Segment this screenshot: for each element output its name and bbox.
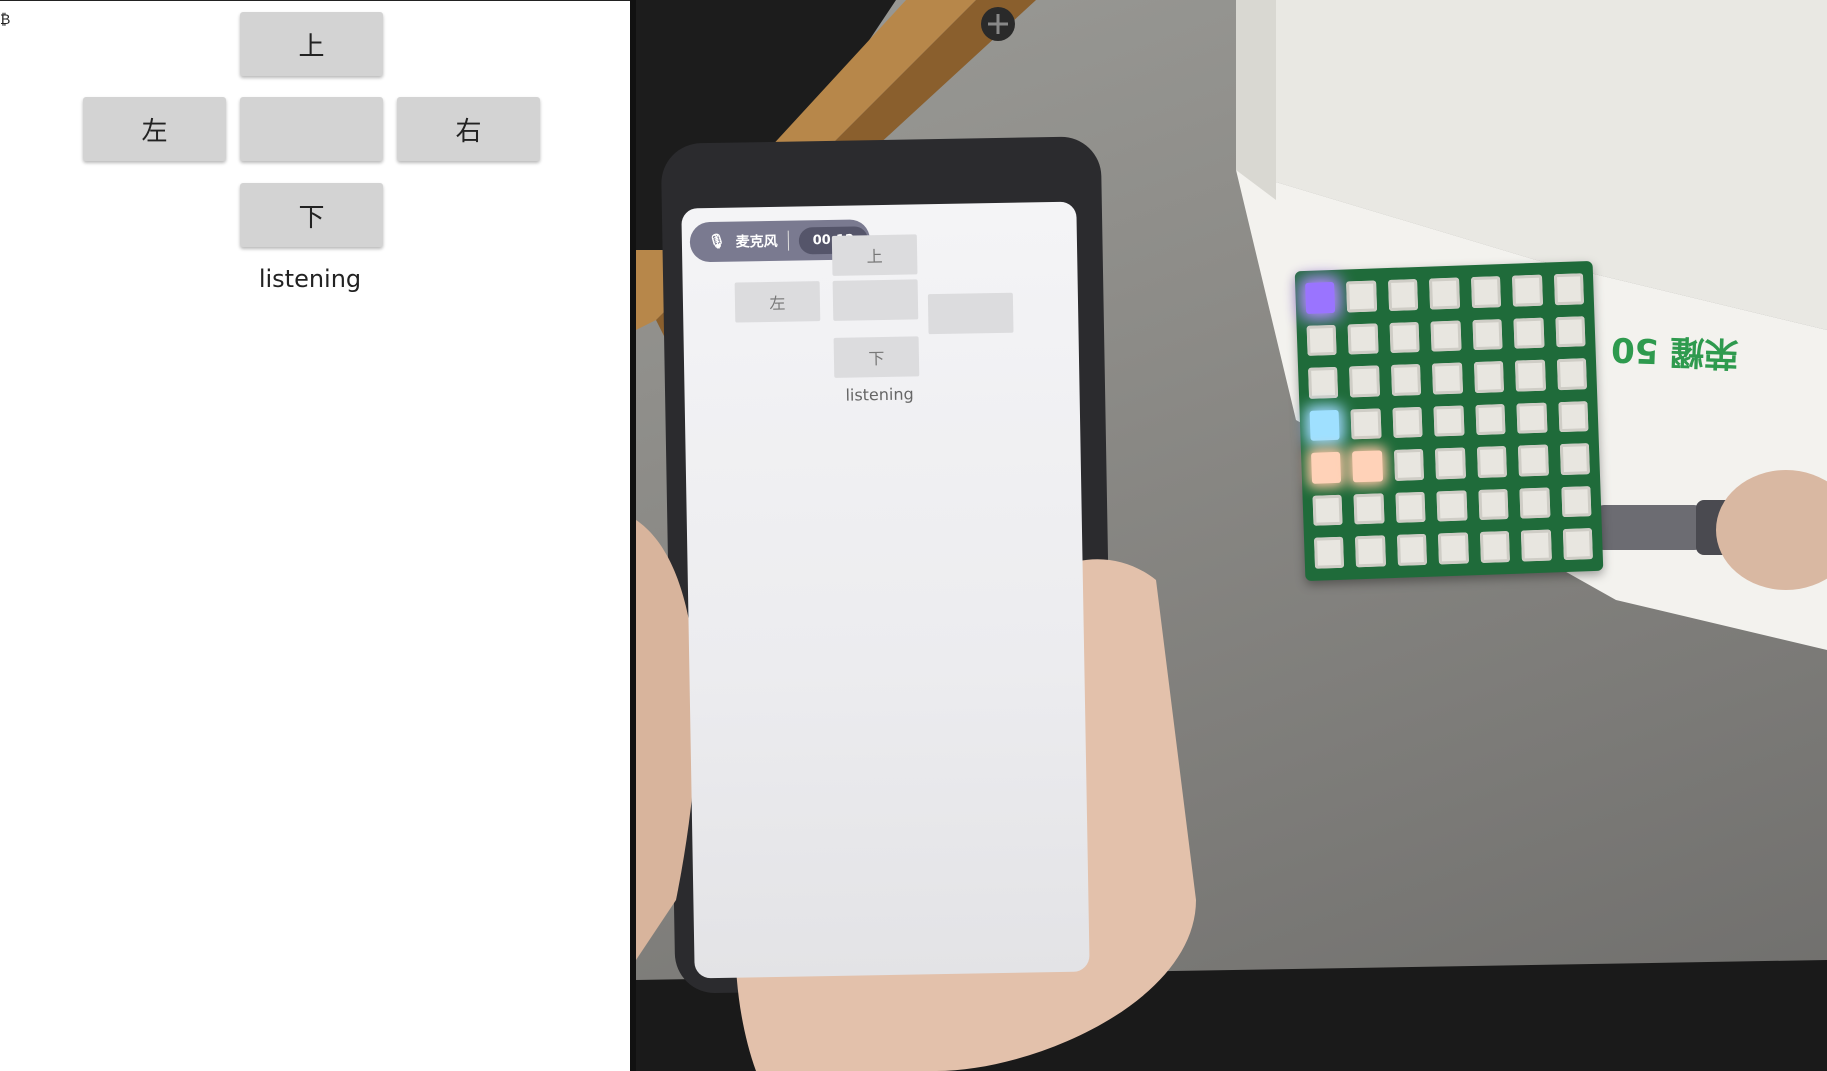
- corner-glyph: ₿: [0, 12, 11, 28]
- led-cell: [1355, 535, 1386, 568]
- led-cell: [1560, 485, 1592, 518]
- down-button[interactable]: 下: [240, 183, 383, 247]
- led-cell: [1311, 452, 1342, 484]
- led-cell: [1478, 488, 1509, 521]
- led-cell: [1554, 315, 1586, 348]
- led-cell: [1436, 490, 1468, 522]
- center-button[interactable]: [240, 97, 383, 161]
- led-cell: [1479, 531, 1511, 563]
- led-cell: [1562, 528, 1593, 561]
- right-button[interactable]: 右: [397, 97, 540, 161]
- led-cell: [1309, 409, 1341, 442]
- led-cell: [1519, 487, 1551, 519]
- led-cell: [1476, 446, 1508, 478]
- led-cell: [1515, 359, 1546, 392]
- phone-screen: 🎙 麦克风 00:12 上 左 下 listening: [681, 201, 1090, 979]
- led-cell: [1389, 321, 1420, 354]
- mic-label: 麦克风: [735, 233, 778, 251]
- led-cell: [1472, 318, 1503, 351]
- phone-up-button: 上: [831, 234, 918, 276]
- led-cell: [1350, 408, 1382, 440]
- led-cell: [1305, 281, 1336, 314]
- usb-cable: [1594, 505, 1704, 550]
- led-cell: [1312, 494, 1343, 527]
- led-cell: [1518, 444, 1549, 477]
- left-button[interactable]: 左: [83, 97, 226, 161]
- led-cell: [1473, 361, 1505, 393]
- led-cell: [1314, 537, 1345, 569]
- led-cell: [1308, 367, 1339, 399]
- status-text: listening: [258, 265, 362, 293]
- phone-status-text: listening: [845, 384, 914, 405]
- led-cell: [1470, 276, 1502, 308]
- phone-left-button: 左: [734, 281, 821, 323]
- led-cell: [1432, 362, 1463, 395]
- camera-photo: 🎙 麦克风 00:12 上 左 下 listening 荣耀 50: [636, 0, 1827, 1071]
- led-cell: [1521, 529, 1552, 562]
- led-cell: [1512, 274, 1543, 307]
- led-cell: [1475, 403, 1506, 436]
- phone-down-button: 下: [833, 336, 920, 378]
- led-cell: [1430, 320, 1462, 352]
- led-cell: [1429, 277, 1460, 310]
- mic-muted-icon: 🎙: [707, 233, 726, 251]
- led-cell: [1556, 358, 1587, 390]
- led-cell: [1387, 279, 1419, 311]
- box-brand-text: 荣耀 50: [1610, 328, 1739, 374]
- led-cell: [1352, 450, 1383, 483]
- led-cell: [1393, 449, 1425, 481]
- led-cell: [1553, 273, 1584, 305]
- led-cell: [1396, 534, 1428, 566]
- led-cell: [1392, 406, 1423, 439]
- phone-right-button: [927, 292, 1014, 335]
- led-cell: [1346, 280, 1377, 313]
- led-cell: [1435, 447, 1466, 480]
- led-cell: [1395, 491, 1426, 524]
- up-button[interactable]: 上: [240, 12, 383, 76]
- pill-separator: [787, 230, 789, 251]
- led-cell: [1438, 532, 1469, 565]
- led-cell: [1306, 324, 1338, 357]
- led-cell: [1390, 364, 1422, 396]
- led-cell: [1557, 400, 1589, 433]
- app-screen: ₿ 上 左 右 下 listening: [0, 0, 630, 1071]
- led-cell: [1513, 317, 1545, 349]
- phone-center-button: [832, 279, 919, 321]
- led-cell: [1516, 402, 1548, 434]
- led-cell: [1559, 443, 1590, 475]
- led-cell: [1349, 365, 1380, 398]
- white-box-edge: [1236, 0, 1276, 200]
- led-cell: [1353, 493, 1385, 525]
- led-matrix-board: [1294, 260, 1604, 582]
- led-cell: [1347, 323, 1379, 355]
- led-cell: [1433, 405, 1465, 437]
